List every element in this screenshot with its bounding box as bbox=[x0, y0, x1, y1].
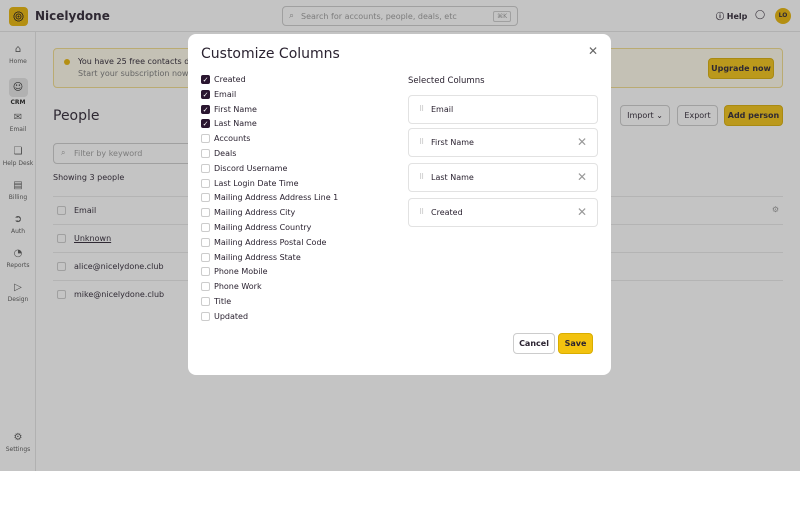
checkbox[interactable] bbox=[201, 282, 210, 292]
selected-column-item[interactable]: ⠿ Email bbox=[408, 95, 598, 124]
dialog-title: Customize Columns bbox=[201, 46, 340, 62]
checkbox[interactable]: ✓ bbox=[201, 119, 210, 129]
column-option-label: Phone Mobile bbox=[214, 267, 268, 277]
column-option-label: Created bbox=[214, 75, 246, 84]
remove-icon[interactable]: ✕ bbox=[577, 205, 587, 219]
checkbox[interactable] bbox=[201, 297, 210, 306]
column-option-label: Accounts bbox=[214, 134, 251, 144]
cancel-button[interactable]: Cancel bbox=[513, 333, 555, 354]
checkbox[interactable]: ✓ bbox=[201, 75, 210, 84]
selected-column-label: Created bbox=[431, 208, 463, 217]
remove-icon[interactable]: ✕ bbox=[577, 170, 587, 184]
close-icon[interactable]: ✕ bbox=[588, 44, 598, 58]
column-option-label: Last Name bbox=[214, 119, 257, 129]
checkbox[interactable] bbox=[201, 237, 210, 247]
column-option-label: Mailing Address Address Line 1 bbox=[214, 193, 339, 203]
selected-column-item[interactable]: ⠿ First Name ✕ bbox=[408, 128, 598, 157]
selected-column-label: Email bbox=[431, 105, 454, 114]
drag-handle-icon[interactable]: ⠿ bbox=[419, 208, 424, 216]
column-option-label: Title bbox=[214, 297, 232, 306]
customize-columns-dialog: Customize Columns ✕ ✓ Created ✓ Email ✓ First… bbox=[188, 34, 611, 375]
selected-column-item[interactable]: ⠿ Created ✕ bbox=[408, 198, 598, 227]
checkbox[interactable] bbox=[201, 193, 210, 203]
column-option-label: First Name bbox=[214, 104, 257, 114]
save-button[interactable]: Save bbox=[558, 333, 593, 354]
checkbox[interactable] bbox=[201, 178, 210, 188]
column-option-label: Mailing Address City bbox=[214, 208, 296, 218]
checkbox[interactable] bbox=[201, 311, 210, 321]
drag-handle-icon[interactable]: ⠿ bbox=[419, 105, 424, 113]
selected-column-label: Last Name bbox=[431, 173, 474, 182]
column-option-label: Phone Work bbox=[214, 282, 262, 292]
checkbox[interactable] bbox=[201, 252, 210, 262]
checkbox[interactable] bbox=[201, 223, 210, 232]
checkbox[interactable]: ✓ bbox=[201, 104, 210, 114]
checkbox[interactable] bbox=[201, 163, 210, 173]
selected-column-item[interactable]: ⠿ Last Name ✕ bbox=[408, 163, 598, 192]
drag-handle-icon[interactable]: ⠿ bbox=[419, 138, 424, 146]
checkbox[interactable] bbox=[201, 134, 210, 144]
column-option-label: Deals bbox=[214, 149, 237, 158]
column-option-label: Last Login Date Time bbox=[214, 178, 299, 188]
column-option-label: Mailing Address Postal Code bbox=[214, 237, 327, 247]
column-option-label: Discord Username bbox=[214, 163, 288, 173]
checkbox[interactable] bbox=[201, 149, 210, 158]
checkbox[interactable] bbox=[201, 267, 210, 277]
column-option-label: Mailing Address Country bbox=[214, 223, 312, 232]
column-option-label: Updated bbox=[214, 311, 249, 321]
selected-columns-heading: Selected Columns bbox=[408, 76, 485, 86]
selected-column-label: First Name bbox=[431, 138, 474, 147]
drag-handle-icon[interactable]: ⠿ bbox=[419, 173, 424, 181]
checkbox[interactable] bbox=[201, 208, 210, 218]
column-option-label: Email bbox=[214, 89, 237, 99]
column-option-label: Mailing Address State bbox=[214, 252, 301, 262]
remove-icon[interactable]: ✕ bbox=[577, 135, 587, 149]
checkbox[interactable]: ✓ bbox=[201, 89, 210, 99]
